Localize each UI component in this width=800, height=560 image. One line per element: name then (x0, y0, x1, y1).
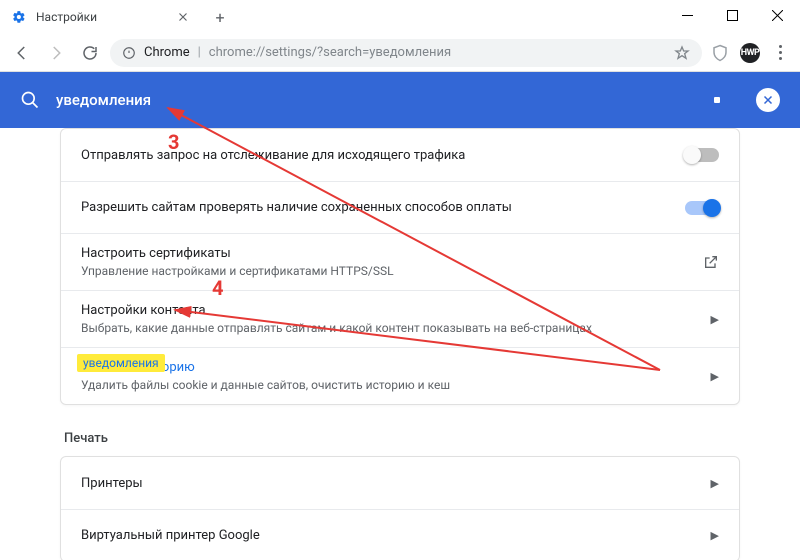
url-separator: | (198, 45, 201, 60)
row-title: Разрешить сайтам проверять наличие сохра… (81, 200, 685, 215)
row-title: Настроить сертификаты (81, 246, 703, 261)
minimize-button[interactable] (665, 0, 710, 30)
row-printers[interactable]: Принтеры ▶ (61, 457, 739, 509)
row-certificates[interactable]: Настроить сертификаты Управление настрой… (61, 233, 739, 290)
toggle-do-not-track[interactable] (685, 148, 719, 162)
row-title: Принтеры (81, 476, 711, 491)
row-subtitle: Управление настройками и сертификатами H… (81, 264, 703, 278)
hwp-badge-text: HWP (740, 43, 760, 63)
caret-indicator (714, 97, 720, 103)
reload-button[interactable] (76, 39, 104, 67)
toggle-payment-methods[interactable] (685, 201, 719, 215)
browser-toolbar: Chrome | chrome://settings/?search=уведо… (0, 34, 800, 72)
annotation-number-3: 3 (168, 130, 179, 154)
chevron-right-icon: ▶ (711, 477, 719, 490)
row-title: Очистить историю (81, 360, 711, 375)
url-scheme: Chrome (144, 45, 190, 60)
close-icon[interactable] (176, 10, 190, 24)
row-title: Настройки контента (81, 303, 711, 318)
settings-search-bar: уведомления (0, 72, 800, 128)
row-title: Виртуальный принтер Google (81, 528, 711, 543)
section-header-print: Печать (64, 431, 740, 446)
back-button[interactable] (8, 39, 36, 67)
chevron-right-icon: ▶ (711, 529, 719, 542)
profile-badge[interactable]: HWP (738, 41, 762, 65)
close-window-button[interactable] (755, 0, 800, 30)
row-subtitle: Удалить файлы cookie и данные сайтов, оч… (81, 378, 711, 392)
row-payment-methods[interactable]: Разрешить сайтам проверять наличие сохра… (61, 181, 739, 233)
search-highlight: уведомления (77, 354, 165, 372)
row-clear-history[interactable]: уведомления Очистить историю Удалить фай… (61, 347, 739, 404)
tab-title: Настройки (36, 10, 166, 24)
external-link-icon[interactable] (703, 254, 719, 270)
row-do-not-track[interactable]: Отправлять запрос на отслеживание для ис… (61, 129, 739, 181)
new-tab-button[interactable]: + (206, 3, 234, 31)
chevron-right-icon: ▶ (711, 313, 719, 326)
maximize-button[interactable] (710, 0, 755, 30)
row-cloud-print[interactable]: Виртуальный принтер Google ▶ (61, 509, 739, 560)
forward-button[interactable] (42, 39, 70, 67)
address-bar[interactable]: Chrome | chrome://settings/?search=уведо… (110, 39, 702, 67)
site-info-icon (122, 46, 136, 60)
print-card: Принтеры ▶ Виртуальный принтер Google ▶ (60, 456, 740, 560)
clear-search-button[interactable] (756, 88, 780, 112)
search-icon (20, 90, 40, 110)
search-query[interactable]: уведомления (56, 91, 698, 109)
settings-content: Отправлять запрос на отслеживание для ис… (0, 128, 800, 560)
browser-tab[interactable]: Настройки (0, 0, 200, 34)
window-controls (665, 0, 800, 30)
window-titlebar: Настройки + (0, 0, 800, 34)
row-content-settings[interactable]: Настройки контента Выбрать, какие данные… (61, 290, 739, 347)
extension-shield-icon[interactable] (708, 41, 732, 65)
chevron-right-icon: ▶ (711, 370, 719, 383)
bookmark-star-icon[interactable] (674, 45, 690, 61)
menu-button[interactable] (768, 41, 792, 65)
privacy-card: Отправлять запрос на отслеживание для ис… (60, 128, 740, 405)
row-subtitle: Выбрать, какие данные отправлять сайтам … (81, 321, 711, 335)
gear-icon (12, 10, 26, 24)
annotation-number-4: 4 (212, 276, 223, 300)
url-path: chrome://settings/?search=уведомления (209, 45, 451, 60)
